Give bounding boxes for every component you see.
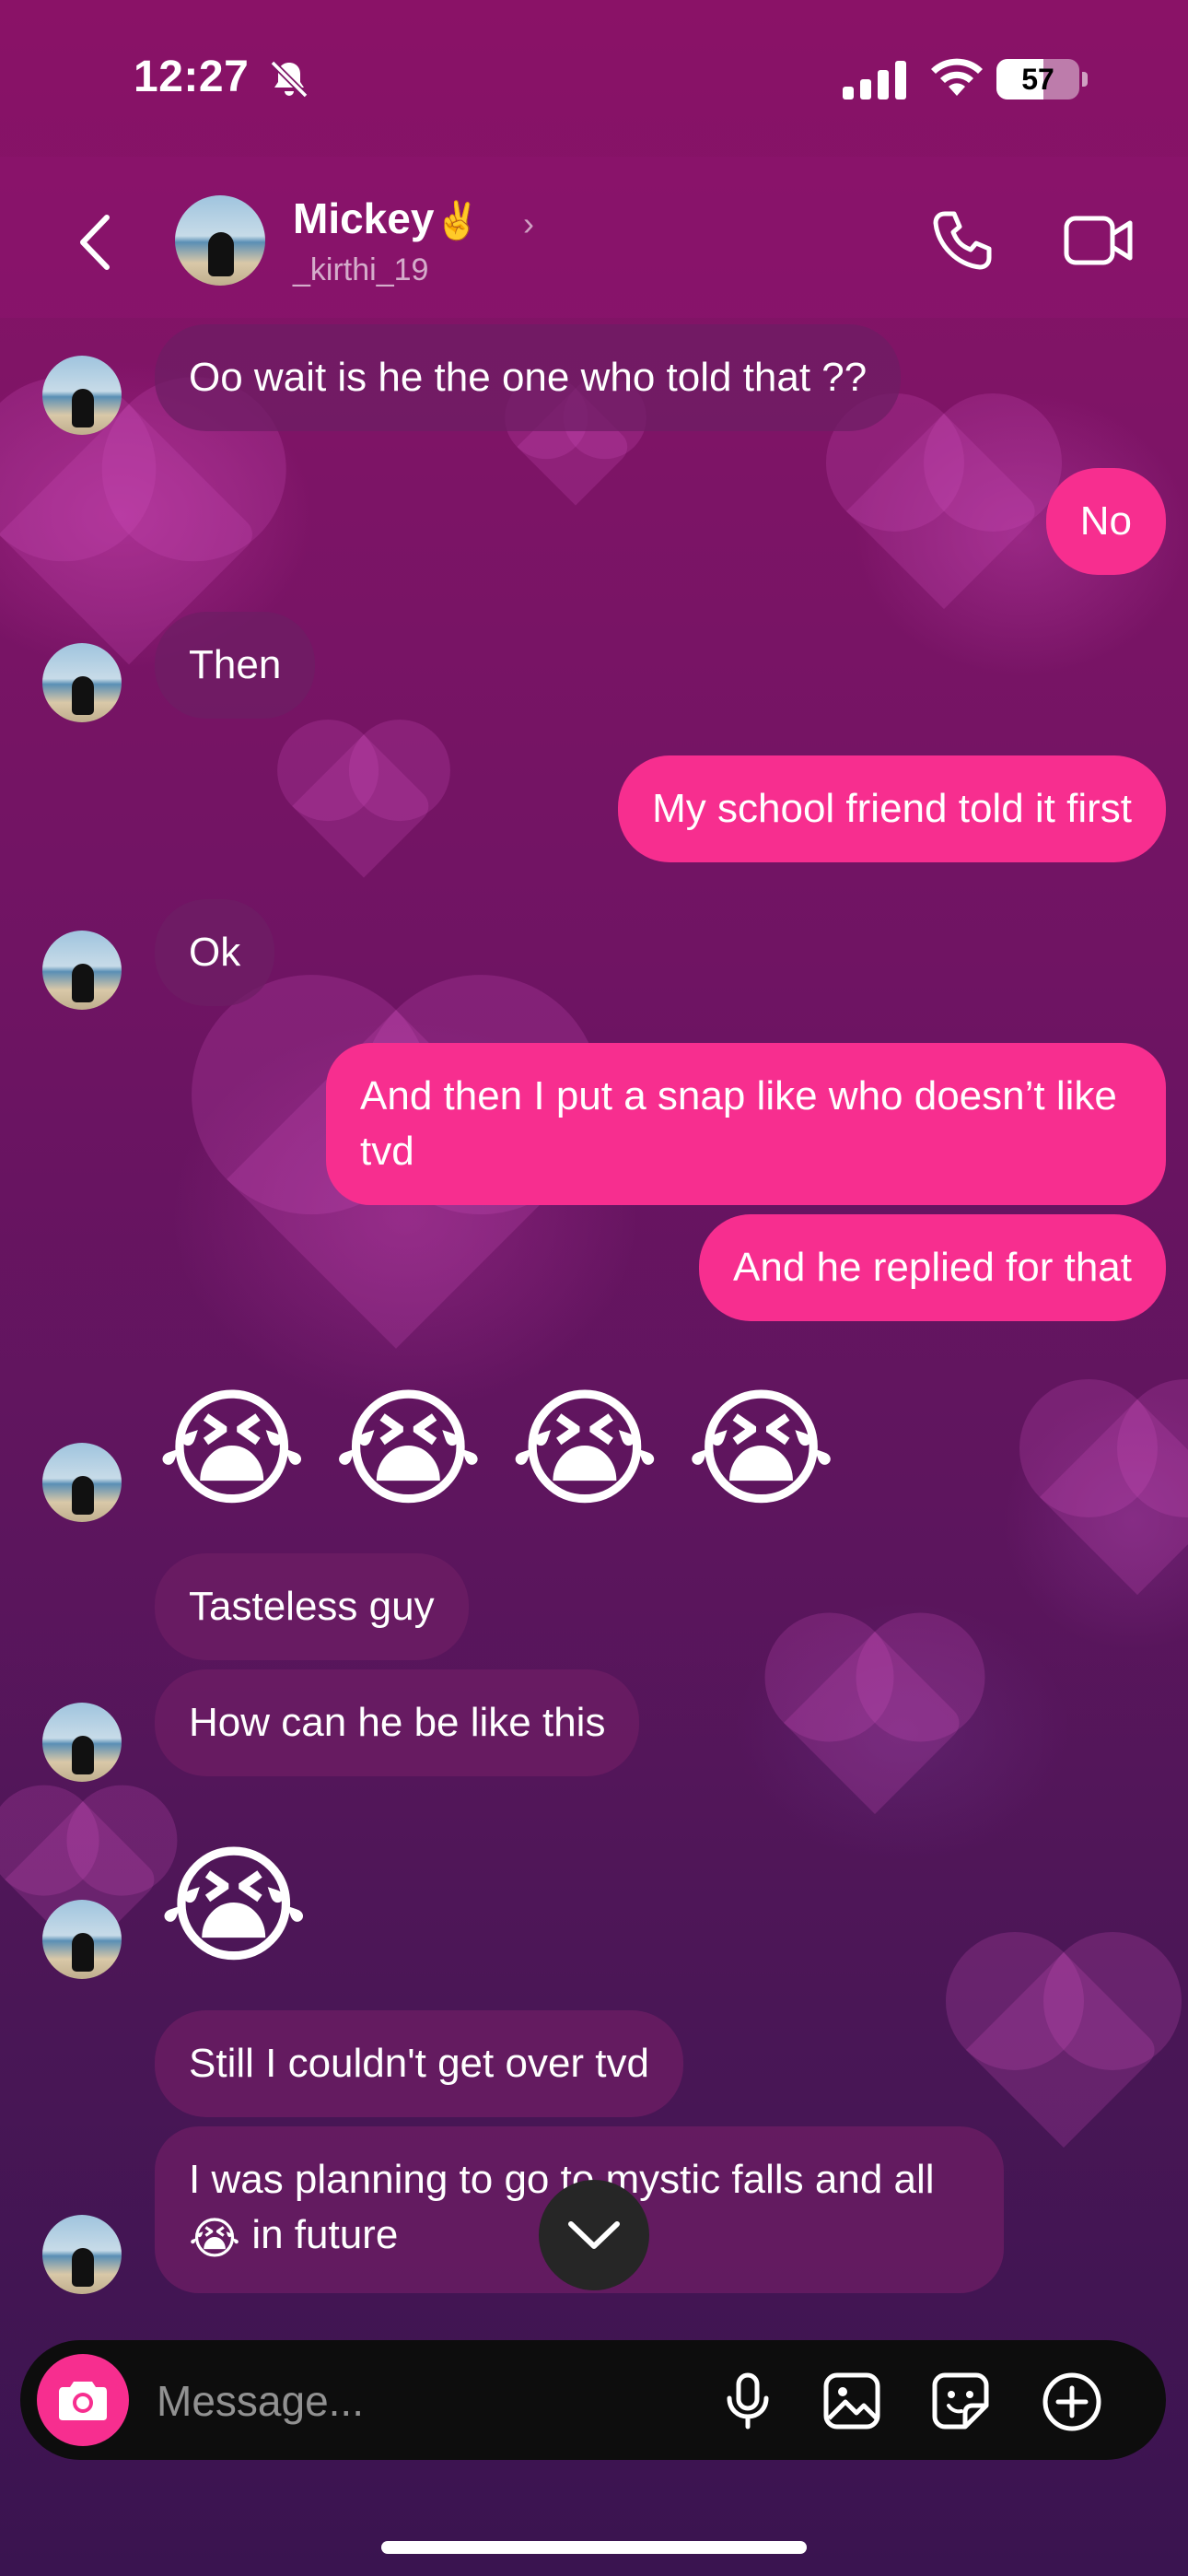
bell-muted-icon xyxy=(270,60,309,99)
heart-decoration xyxy=(1039,1399,1188,1596)
status-bar: 12:27 57 xyxy=(0,0,1188,157)
plus-circle-icon[interactable] xyxy=(1042,2372,1101,2431)
battery-indicator: 57 xyxy=(996,59,1079,100)
message-composer xyxy=(20,2340,1166,2460)
sender-avatar[interactable] xyxy=(42,643,122,722)
heart-decoration xyxy=(292,734,436,878)
video-camera-icon[interactable] xyxy=(1064,214,1134,267)
battery-level: 57 xyxy=(1021,63,1054,96)
camera-button[interactable] xyxy=(37,2354,129,2446)
sender-avatar[interactable] xyxy=(42,1900,122,1979)
status-time: 12:27 xyxy=(134,53,250,101)
chat-header: Mickey✌️ › _kirthi_19 xyxy=(0,157,1188,318)
home-indicator xyxy=(381,2541,807,2554)
sender-avatar[interactable] xyxy=(42,1703,122,1782)
message-incoming[interactable]: Oo wait is he the one who told that ?? xyxy=(155,324,902,431)
message-incoming[interactable]: How can he be like this xyxy=(155,1669,640,1776)
phone-icon[interactable] xyxy=(930,208,995,273)
message-outgoing[interactable]: And then I put a snap like who doesn’t l… xyxy=(326,1043,1166,1205)
camera-icon xyxy=(59,2382,107,2420)
chevron-left-icon[interactable] xyxy=(74,212,120,273)
chat-screen: 12:27 57 Mickey✌️ › _kirthi_19 Oo wait i… xyxy=(0,0,1188,2576)
chevron-right-icon[interactable]: › xyxy=(523,205,534,243)
sender-avatar[interactable] xyxy=(42,1443,122,1522)
message-incoming[interactable]: Still I couldn't get over tvd xyxy=(155,2010,683,2117)
message-outgoing[interactable]: My school friend told it first xyxy=(618,755,1166,862)
heart-decoration xyxy=(965,1951,1162,2149)
sender-avatar[interactable] xyxy=(42,356,122,435)
heart-decoration xyxy=(845,413,1042,610)
sender-avatar[interactable] xyxy=(42,2215,122,2294)
heart-decoration xyxy=(784,1632,966,1814)
sender-avatar[interactable] xyxy=(42,931,122,1010)
sticker-icon[interactable] xyxy=(932,2372,989,2430)
message-incoming[interactable]: Tasteless guy xyxy=(155,1553,469,1660)
microphone-icon[interactable] xyxy=(722,2372,774,2430)
message-input[interactable] xyxy=(155,2368,711,2434)
scroll-to-bottom-button[interactable] xyxy=(539,2180,649,2290)
message-outgoing[interactable]: And he replied for that xyxy=(699,1214,1166,1321)
message-incoming[interactable]: Ok xyxy=(155,899,275,1006)
message-outgoing[interactable]: No xyxy=(1045,468,1166,575)
wifi-icon xyxy=(931,58,983,96)
emoji-message[interactable]: 😭😭😭😭 xyxy=(157,1380,862,1518)
contact-name[interactable]: Mickey✌️ xyxy=(293,193,480,243)
contact-avatar[interactable] xyxy=(175,195,265,286)
message-incoming[interactable]: Then xyxy=(155,612,316,719)
emoji-message[interactable]: 😭 xyxy=(158,1837,309,1975)
contact-username: _kirthi_19 xyxy=(293,252,429,287)
battery-tip xyxy=(1082,72,1088,87)
cellular-signal-icon xyxy=(843,61,906,100)
chevron-down-icon xyxy=(568,2221,620,2249)
image-icon[interactable] xyxy=(823,2372,880,2430)
